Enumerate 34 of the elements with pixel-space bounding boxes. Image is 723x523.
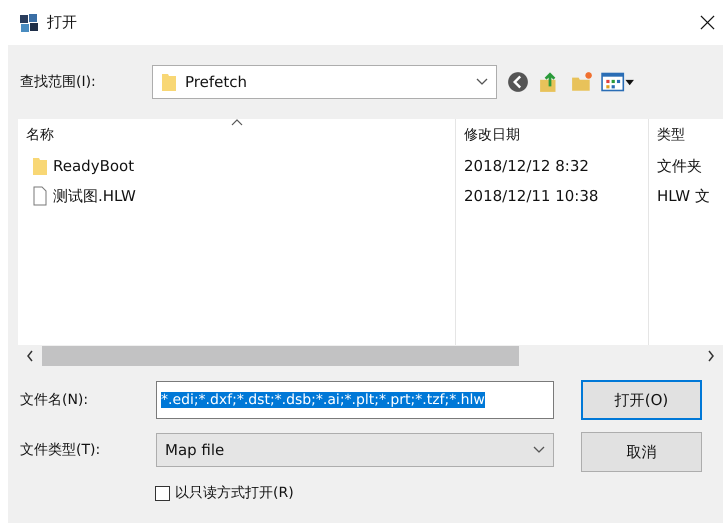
cancel-button[interactable]: 取消 [581, 432, 702, 472]
look-in-label: 查找范围(I): [20, 73, 97, 91]
modified-date: 2018/12/11 10:38 [463, 187, 600, 205]
file-type: 文件夹 [656, 156, 703, 176]
scrollbar-thumb[interactable] [42, 346, 519, 366]
close-icon[interactable] [700, 15, 715, 30]
read-only-label[interactable]: 以只读方式打开(R) [175, 484, 294, 502]
sort-caret-icon [231, 119, 243, 126]
column-header[interactable]: 名称 [18, 126, 455, 144]
open-button[interactable]: 打开(O) [581, 380, 702, 420]
back-icon[interactable] [507, 71, 529, 93]
folder-icon [161, 72, 177, 92]
file-icon [32, 186, 48, 206]
scroll-left-icon[interactable] [26, 350, 34, 362]
modified-date: 2018/12/12 8:32 [463, 157, 590, 175]
view-menu-icon[interactable] [601, 71, 635, 93]
read-only-checkbox[interactable] [155, 486, 170, 500]
file-type-dropdown[interactable]: Map file [156, 433, 554, 467]
column-header[interactable]: 类型 [648, 126, 723, 144]
look-in-dropdown[interactable]: Prefetch [152, 65, 497, 99]
chevron-down-icon [476, 78, 488, 86]
scroll-right-icon[interactable] [707, 350, 715, 362]
file-name[interactable]: ReadyBoot [53, 157, 134, 175]
folder-icon [32, 156, 48, 176]
file-name-label: 文件名(N): [20, 391, 90, 409]
file-type-label: 文件类型(T): [20, 441, 102, 459]
app-icon [19, 12, 39, 32]
file-type: HLW 文 [656, 186, 711, 206]
window-title: 打开 [47, 13, 77, 32]
file-name[interactable]: 测试图.HLW [53, 186, 136, 206]
new-folder-icon[interactable] [571, 71, 593, 93]
chevron-down-icon [533, 446, 545, 454]
column-header[interactable]: 修改日期 [455, 126, 648, 144]
file-name-field[interactable]: *.edi;*.dxf;*.dst;*.dsb;*.ai;*.plt;*.prt;*.tzf;*.hlw [156, 381, 554, 419]
